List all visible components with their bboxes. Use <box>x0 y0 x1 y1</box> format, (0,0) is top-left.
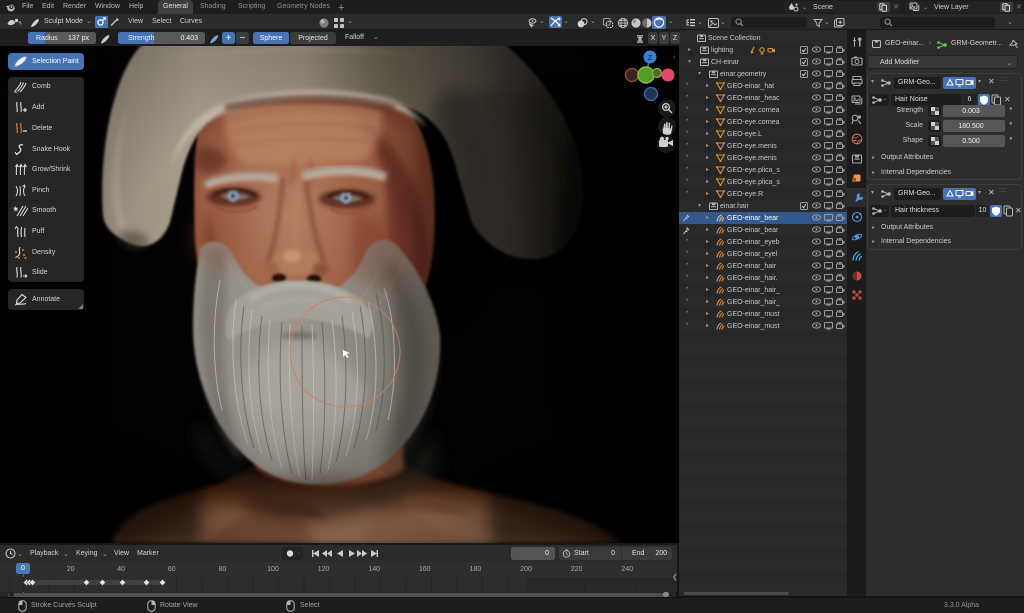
svg-text:Z: Z <box>648 55 653 62</box>
